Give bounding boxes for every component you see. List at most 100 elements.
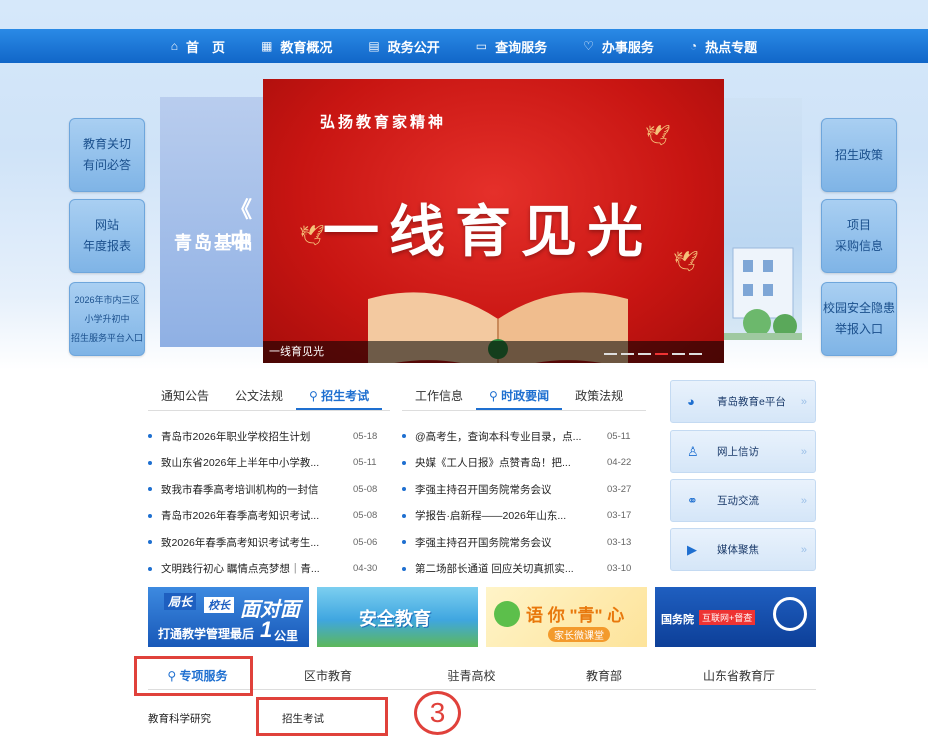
tab-notices[interactable]: 通知公告: [148, 383, 222, 410]
pin-icon: ⚲: [489, 389, 502, 403]
nav-label: 教育概况: [280, 39, 333, 55]
tab-policies[interactable]: 政策法规: [562, 383, 636, 410]
side-button-label: 采购信息: [834, 239, 883, 253]
side-button-label: 2026年市内三区: [74, 294, 140, 305]
step-number-badge: 3: [414, 691, 461, 735]
quick-link-e-platform[interactable]: ◕ 青岛教育e平台 »: [670, 380, 816, 423]
bullet: [402, 434, 406, 439]
list-item-title[interactable]: 青岛市2026年职业学校招生计划: [161, 429, 341, 444]
nav-office-services[interactable]: ♡ 办事服务: [565, 29, 672, 63]
nav-home[interactable]: ⌂ 首 页: [153, 29, 243, 63]
side-button-annual-report[interactable]: 网站 年度报表: [69, 199, 145, 273]
promo-parent-class[interactable]: 语 你 "青" 心 家长微课堂: [486, 587, 647, 647]
side-button-procurement-info[interactable]: 项目 采购信息: [821, 199, 897, 273]
list-item-title[interactable]: 致我市春季高考培训机构的一封信: [161, 482, 341, 497]
list-item[interactable]: 李强主持召开国务院常务会议 03-27: [402, 476, 631, 503]
carousel-dot[interactable]: [672, 353, 685, 355]
promo-face-to-face[interactable]: 局长 校长 面对面 打通教学管理最后 1 公里: [148, 587, 309, 647]
carousel-dot-active[interactable]: [655, 353, 668, 355]
quick-link-media[interactable]: ▶ 媒体聚焦 »: [670, 528, 816, 571]
side-button-label: 招生政策: [834, 147, 883, 162]
news-right-tabs: 工作信息 ⚲ 时政要闻 政策法规: [402, 383, 646, 411]
promo-safety-education[interactable]: 安全教育: [317, 587, 478, 647]
tab-current-affairs[interactable]: ⚲ 时政要闻: [476, 383, 563, 410]
tab-ministry-of-education[interactable]: 教育部: [534, 662, 674, 689]
list-item[interactable]: 文明践行初心 瞩情点亮梦想｜青... 04-30: [148, 556, 377, 583]
list-item[interactable]: 第二场部长通道 回应关切真抓实... 03-10: [402, 556, 631, 583]
side-button-label: 招生服务平台入口: [70, 332, 143, 343]
video-icon: ▶: [687, 541, 697, 557]
side-button-enrollment-platform[interactable]: 2026年市内三区 小学升初中 招生服务平台入口: [69, 282, 145, 356]
list-item[interactable]: 致2026年春季高考知识考试考生... 05-06: [148, 529, 377, 556]
grid-icon: ▦: [261, 39, 273, 53]
slide-title: 青岛基础: [174, 233, 254, 253]
list-item[interactable]: 李强主持召开国务院常务会议 03-13: [402, 529, 631, 556]
list-item-title[interactable]: 学报告·启新程——2026年山东...: [415, 508, 595, 523]
double-chevron-right-icon: »: [800, 494, 807, 507]
nav-query-services[interactable]: ▭ 查询服务: [458, 29, 565, 63]
side-button-safety-report[interactable]: 校园安全隐患 举报入口: [821, 282, 897, 356]
list-item[interactable]: 致我市春季高考培训机构的一封信 05-08: [148, 476, 377, 503]
promo-text: 打通教学管理最后: [158, 627, 255, 641]
list-item[interactable]: 青岛市2026年春季高考知识考试... 05-08: [148, 503, 377, 530]
nav-hot-topics[interactable]: ◔ 热点专题: [672, 29, 775, 63]
promo-tag: 局长: [164, 593, 197, 610]
carousel-dot[interactable]: [621, 353, 634, 355]
list-item-title[interactable]: 央媒《工人日报》点赞青岛！把...: [415, 455, 595, 470]
tab-work-info[interactable]: 工作信息: [402, 383, 476, 410]
list-item-date: 05-11: [607, 430, 631, 442]
highlight-box: [256, 697, 388, 736]
list-item[interactable]: 学报告·启新程——2026年山东... 03-17: [402, 503, 631, 530]
banner-title: 一线育见光: [323, 199, 653, 265]
nav-label: 首 页: [186, 39, 226, 55]
carousel-next-slide[interactable]: [715, 98, 802, 340]
list-item-title[interactable]: 李强主持召开国务院常务会议: [415, 535, 595, 550]
sublink-education-research[interactable]: 教育科学研究: [148, 711, 211, 726]
list-item[interactable]: @高考生，查询本科专业目录，点... 05-11: [402, 423, 631, 450]
quick-link-label: 青岛教育e平台: [717, 396, 786, 408]
pin-icon: ⚲: [309, 389, 322, 403]
nav-label: 政务公开: [387, 39, 440, 55]
bullet: [148, 513, 152, 518]
list-item[interactable]: 央媒《工人日报》点赞青岛！把... 04-22: [402, 450, 631, 477]
bird-icon: 🕊: [673, 251, 699, 273]
tab-enrollment-exams[interactable]: ⚲ 招生考试: [296, 383, 383, 410]
list-item-title[interactable]: 文明践行初心 瞩情点亮梦想｜青...: [161, 561, 341, 576]
side-button-education-concerns[interactable]: 教育关切 有问必答: [69, 118, 145, 192]
promo-state-council-inspection[interactable]: 国务院 互联网+督查: [655, 587, 816, 647]
side-button-enrollment-policy[interactable]: 招生政策: [821, 118, 897, 192]
tab-local-universities[interactable]: 驻青高校: [409, 662, 534, 689]
main-banner[interactable]: 弘扬教育家精神 🕊 🕊 🕊 一线育见光 一线育见光: [263, 79, 724, 363]
tab-district-education[interactable]: 区市教育: [247, 662, 409, 689]
carousel-indicators: [604, 353, 702, 355]
list-item-title[interactable]: 李强主持召开国务院常务会议: [415, 482, 595, 497]
quick-link-interaction[interactable]: ⚭ 互动交流 »: [670, 479, 816, 522]
quick-link-label: 网上信访: [717, 446, 759, 458]
nav-education-overview[interactable]: ▦ 教育概况: [243, 29, 350, 63]
carousel-dot[interactable]: [689, 353, 702, 355]
tab-provincial-education-dept[interactable]: 山东省教育厅: [674, 662, 804, 689]
list-item-title[interactable]: @高考生，查询本科专业目录，点...: [415, 429, 595, 444]
bullet: [148, 540, 152, 545]
list-item-date: 03-13: [607, 536, 632, 548]
nav-government-affairs[interactable]: ▤ 政务公开: [350, 29, 457, 63]
list-item-title[interactable]: 青岛市2026年春季高考知识考试...: [161, 508, 341, 523]
list-item[interactable]: 致山东省2026年上半年中小学教... 05-11: [148, 450, 377, 477]
highlight-box: [134, 656, 253, 696]
list-item[interactable]: 青岛市2026年职业学校招生计划 05-18: [148, 423, 377, 450]
list-item-title[interactable]: 第二场部长通道 回应关切真抓实...: [415, 561, 595, 576]
carousel-prev-slide[interactable]: 《 中 青岛基础: [160, 97, 270, 347]
bullet: [148, 487, 152, 492]
list-item-date: 04-22: [607, 457, 632, 469]
carousel-dot[interactable]: [604, 353, 617, 355]
side-button-label: 年度报表: [82, 239, 131, 253]
list-item-title[interactable]: 致2026年春季高考知识考试考生...: [161, 535, 341, 550]
tab-regulations[interactable]: 公文法规: [222, 383, 296, 410]
carousel-dot[interactable]: [638, 353, 651, 355]
list-item-date: 05-11: [353, 457, 377, 469]
heart-icon: ♡: [583, 39, 594, 53]
list-item-title[interactable]: 致山东省2026年上半年中小学教...: [161, 455, 341, 470]
promo-title: 安全教育: [359, 609, 431, 629]
quick-link-petition[interactable]: ♙ 网上信访 »: [670, 430, 816, 473]
tab-label: 招生考试: [321, 389, 370, 403]
